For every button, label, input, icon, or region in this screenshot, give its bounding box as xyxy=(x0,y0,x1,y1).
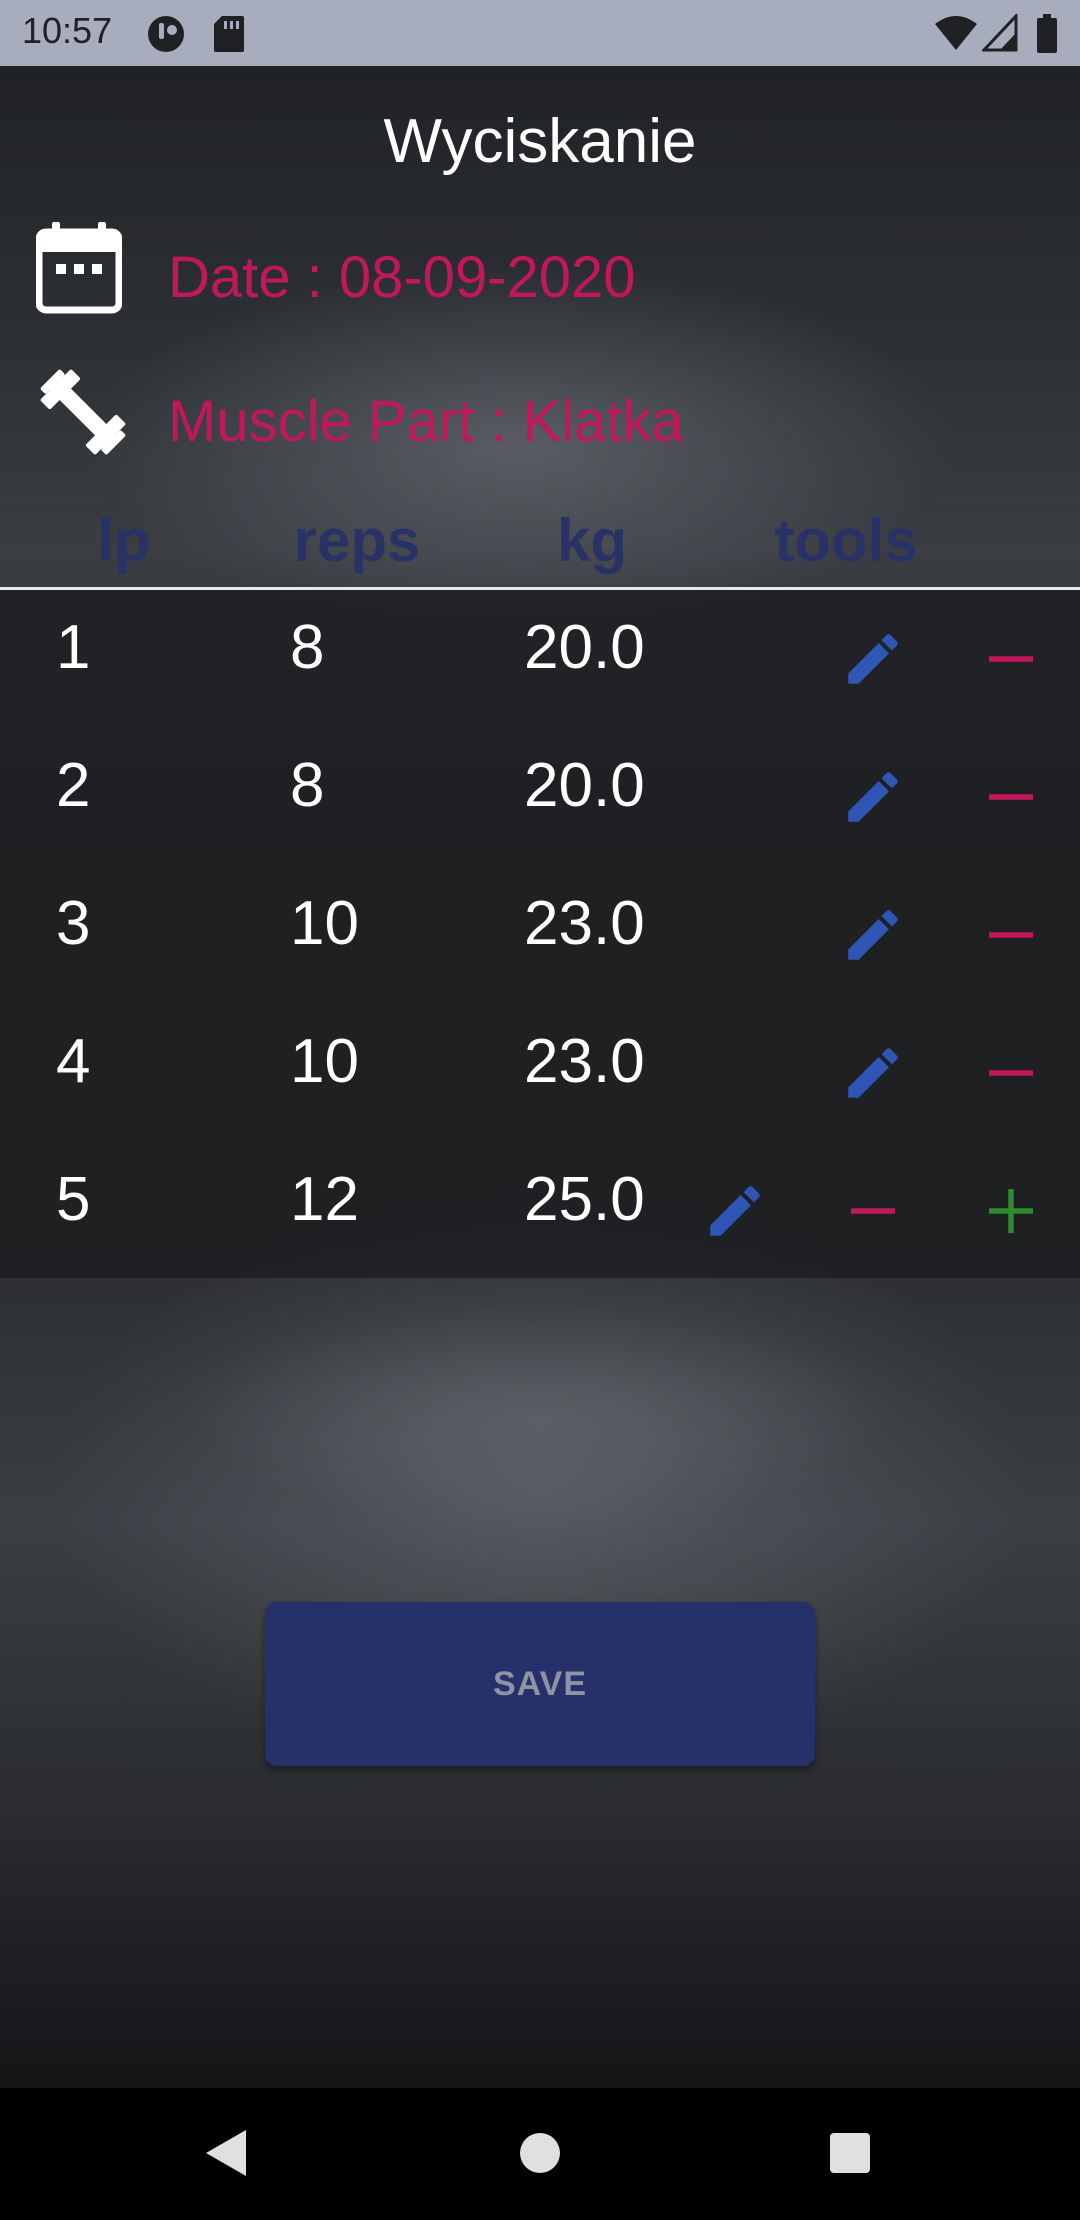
cell-reps: 8 xyxy=(290,751,325,820)
table-row: 4 10 23.0 xyxy=(0,1004,1080,1142)
table-row: 3 10 23.0 xyxy=(0,866,1080,1004)
column-header-kg: kg xyxy=(556,507,628,574)
cell-kg: 20.0 xyxy=(524,613,645,682)
cell-lp: 5 xyxy=(56,1165,91,1234)
column-header-tools: tools xyxy=(774,507,918,574)
app-notification-icon xyxy=(146,14,186,59)
sets-table: 1 8 20.0 2 8 20.0 3 10 23.0 4 10 23.0 5 … xyxy=(0,590,1080,1278)
cell-kg: 25.0 xyxy=(524,1165,645,1234)
table-row: 1 8 20.0 xyxy=(0,590,1080,728)
battery-icon xyxy=(1036,14,1058,59)
cell-kg: 20.0 xyxy=(524,751,645,820)
recents-icon[interactable] xyxy=(828,2126,872,2185)
navigation-bar xyxy=(0,2088,1080,2220)
column-header-reps: reps xyxy=(293,507,421,574)
cell-kg: 23.0 xyxy=(524,889,645,958)
status-time: 10:57 xyxy=(22,10,113,51)
table-header: lp reps kg tools xyxy=(0,506,1080,586)
remove-icon[interactable] xyxy=(978,626,1044,692)
add-icon[interactable] xyxy=(978,1178,1044,1244)
remove-icon[interactable] xyxy=(978,764,1044,830)
column-header-lp: lp xyxy=(97,507,151,574)
cell-reps: 10 xyxy=(290,889,359,958)
cell-lp: 4 xyxy=(56,1027,91,1096)
calendar-icon xyxy=(35,222,123,319)
remove-icon[interactable] xyxy=(840,1178,906,1244)
cell-lp: 2 xyxy=(56,751,91,820)
remove-icon[interactable] xyxy=(978,902,1044,968)
signal-icon xyxy=(980,12,1018,57)
edit-icon[interactable] xyxy=(840,764,906,830)
cell-lp: 3 xyxy=(56,889,91,958)
table-row: 2 8 20.0 xyxy=(0,728,1080,866)
sd-card-icon xyxy=(212,14,246,59)
page-title: Wyciskanie xyxy=(383,107,697,176)
cell-reps: 10 xyxy=(290,1027,359,1096)
remove-icon[interactable] xyxy=(978,1040,1044,1106)
edit-icon[interactable] xyxy=(840,1040,906,1106)
back-icon[interactable] xyxy=(200,2126,250,2185)
cell-lp: 1 xyxy=(56,613,91,682)
cell-reps: 12 xyxy=(290,1165,359,1234)
app-screen: Wyciskanie Date : 08-09-2020 Muscle Part… xyxy=(0,66,1080,2088)
muscle-part-text: Muscle Part : Klatka xyxy=(168,389,684,454)
status-bar: 10:57 xyxy=(0,0,1080,66)
edit-icon[interactable] xyxy=(702,1178,768,1244)
table-row: 5 12 25.0 xyxy=(0,1142,1080,1280)
edit-icon[interactable] xyxy=(840,626,906,692)
edit-icon[interactable] xyxy=(840,902,906,968)
cell-reps: 8 xyxy=(290,613,325,682)
dumbbell-icon xyxy=(36,366,130,463)
cell-kg: 23.0 xyxy=(524,1027,645,1096)
date-text: Date : 08-09-2020 xyxy=(168,245,636,310)
home-icon[interactable] xyxy=(518,2126,562,2185)
wifi-icon xyxy=(934,14,978,57)
save-button[interactable]: SAVE xyxy=(265,1602,815,1766)
